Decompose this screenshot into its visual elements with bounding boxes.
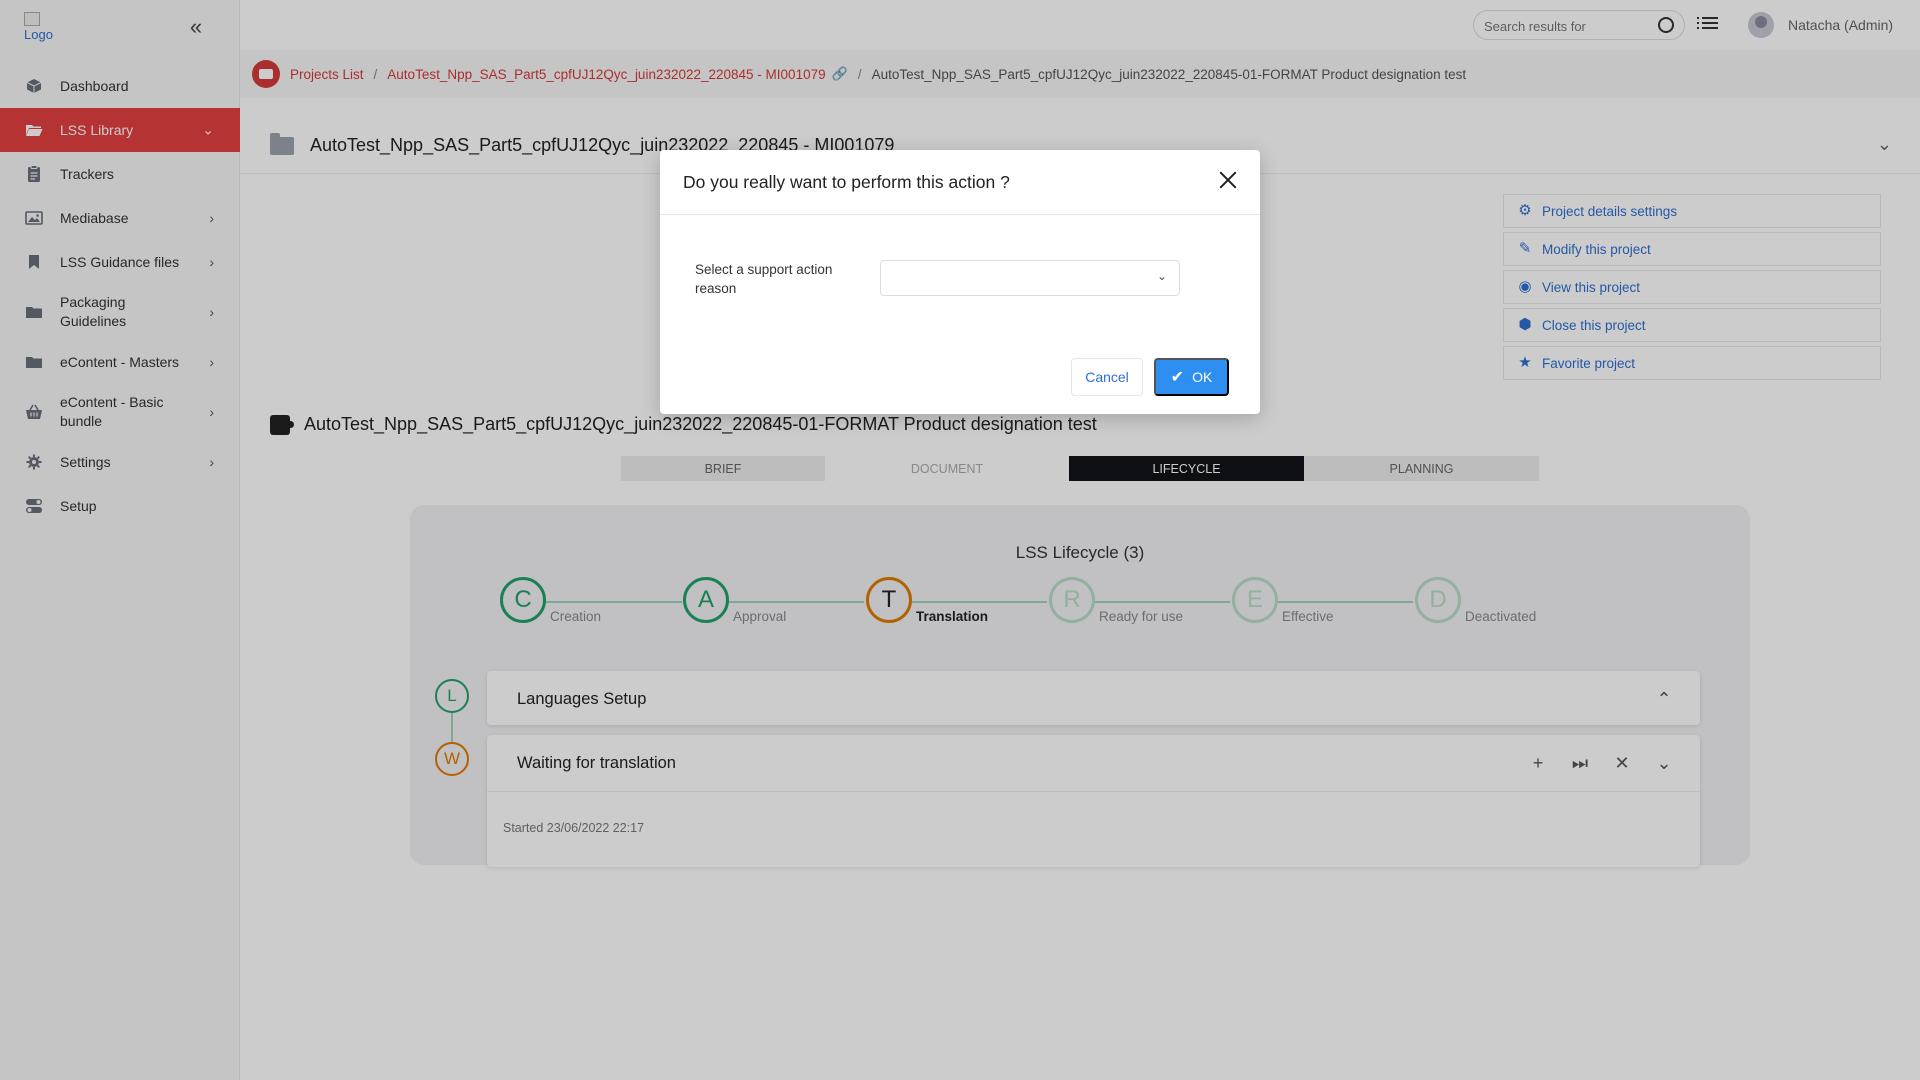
confirm-action-dialog: Do you really want to perform this actio… [660,150,1260,414]
check-icon: ✔ [1170,369,1185,386]
close-icon[interactable] [1216,168,1240,192]
chevron-down-icon: ⌄ [1156,269,1167,283]
ok-button[interactable]: ✔ OK [1154,358,1229,396]
dialog-title: Do you really want to perform this actio… [660,150,1260,215]
ok-label: OK [1192,369,1213,385]
cancel-button[interactable]: Cancel [1071,358,1143,396]
support-action-reason-select[interactable]: ⌄ [880,260,1180,296]
support-action-reason-label: Select a support action reason [695,262,833,296]
